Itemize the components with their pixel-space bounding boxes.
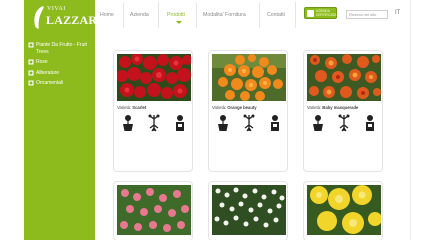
sidebar-item-label: Alberature bbox=[36, 69, 60, 76]
product-card[interactable] bbox=[113, 181, 193, 240]
badge-text: AZIENDA CERTIFICATA bbox=[316, 9, 337, 17]
logo-text-vivai: VIVAI bbox=[47, 6, 66, 12]
bare-root-plant-icon bbox=[338, 114, 350, 132]
certified-badge[interactable]: AZIENDA CERTIFICATA bbox=[304, 7, 337, 19]
sidebar-item-rose[interactable]: Rose bbox=[28, 59, 94, 66]
product-card-orange-beauty[interactable]: Varietà: Orange beauty bbox=[208, 50, 288, 172]
certified-badge-icon bbox=[307, 10, 314, 17]
nav-divider bbox=[158, 2, 159, 28]
leaf-logo-icon bbox=[34, 6, 45, 30]
nav-prodotti[interactable]: Prodotti bbox=[167, 12, 185, 18]
search-input[interactable]: Ricerca nel sito bbox=[346, 10, 388, 19]
product-icons bbox=[216, 114, 282, 132]
sidebar-item-alberature[interactable]: Alberature bbox=[28, 70, 94, 77]
nav-divider bbox=[123, 2, 124, 28]
bare-root-plant-icon bbox=[243, 114, 255, 132]
product-variety: Varietà: Scarlet bbox=[117, 105, 147, 110]
sidebar-item-label: Piante Da Frutto - Fruit Trees bbox=[36, 42, 87, 55]
red-flowers-photo bbox=[117, 54, 191, 101]
orange-flowers-photo bbox=[212, 54, 286, 101]
nav-home[interactable]: Home bbox=[100, 12, 114, 18]
top-navigation: Home Azienda Prodotti Modalita' Fornitur… bbox=[95, 0, 401, 30]
nav-azienda[interactable]: Azienda bbox=[130, 12, 149, 18]
rose-icon bbox=[28, 59, 34, 65]
nav-modalita-fornitura[interactable]: Modalita' Fornitura bbox=[203, 12, 246, 18]
pink-flowers-photo bbox=[117, 185, 191, 235]
product-card-scarlet[interactable]: Varietà: Scarlet bbox=[113, 50, 193, 172]
search-placeholder: Ricerca nel sito bbox=[349, 12, 377, 17]
product-variety: Varietà: Orange beauty bbox=[212, 105, 257, 110]
logo[interactable]: VIVAI LAZZARO bbox=[32, 3, 107, 33]
left-margin bbox=[0, 0, 24, 240]
active-nav-caret-icon bbox=[176, 21, 182, 24]
page-border bbox=[410, 0, 411, 240]
product-variety: Varietà: Baby masquerade bbox=[307, 105, 359, 110]
sidebar: VIVAI LAZZARO Piante Da Frutto - Fruit T… bbox=[24, 0, 107, 240]
sidebar-item-ornamentali[interactable]: Ornamentali bbox=[28, 80, 94, 87]
sidebar-item-fruit-trees[interactable]: Piante Da Frutto - Fruit Trees bbox=[28, 42, 94, 55]
nav-contatti[interactable]: Contatti bbox=[267, 12, 285, 18]
product-icons bbox=[121, 114, 187, 132]
product-card[interactable] bbox=[208, 181, 288, 240]
white-flowers-photo bbox=[212, 185, 286, 235]
sidebar-menu: Piante Da Frutto - Fruit Trees Rose Albe… bbox=[28, 42, 94, 91]
product-card[interactable] bbox=[303, 181, 383, 240]
tree-icon bbox=[28, 70, 34, 75]
sidebar-item-label: Ornamentali bbox=[36, 80, 64, 86]
nav-divider bbox=[295, 2, 296, 28]
nav-divider bbox=[196, 2, 197, 28]
fruit-tree-icon bbox=[28, 42, 34, 48]
orange-red-flowers-photo bbox=[307, 54, 381, 101]
bare-root-plant-icon bbox=[148, 114, 160, 132]
bagged-plant-icon bbox=[271, 115, 279, 131]
product-icons bbox=[311, 114, 377, 132]
bagged-plant-icon bbox=[366, 115, 374, 131]
ornamental-plant-icon bbox=[28, 80, 34, 86]
yellow-flowers-photo bbox=[307, 185, 381, 235]
potted-plant-icon bbox=[218, 115, 228, 131]
product-card-baby-masquerade[interactable]: Varietà: Baby masquerade bbox=[303, 50, 383, 172]
sidebar-item-label: Rose bbox=[36, 59, 48, 65]
potted-plant-icon bbox=[123, 115, 133, 131]
nav-divider bbox=[259, 2, 260, 28]
bagged-plant-icon bbox=[176, 115, 184, 131]
language-selector[interactable]: IT bbox=[395, 10, 400, 16]
potted-plant-icon bbox=[313, 115, 323, 131]
